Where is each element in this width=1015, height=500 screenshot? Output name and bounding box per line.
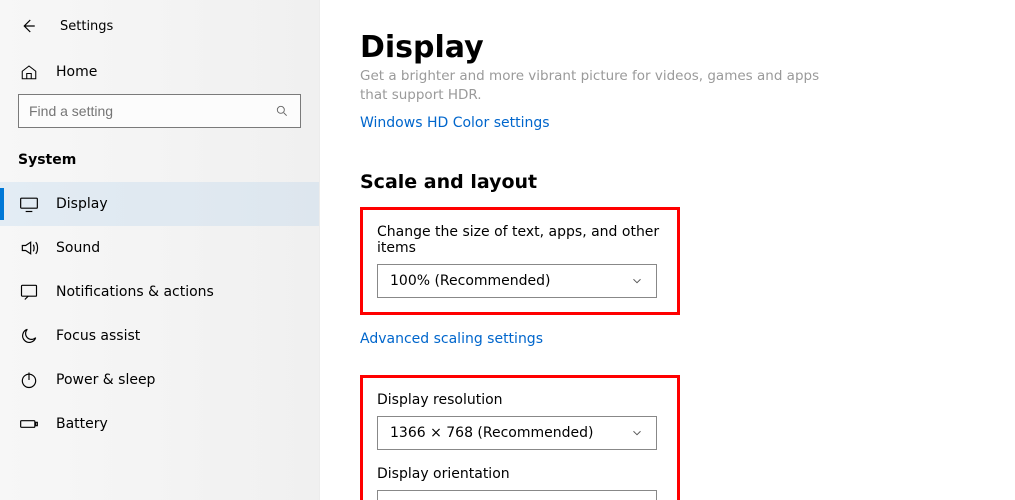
resolution-highlight-box: Display resolution 1366 × 768 (Recommend…: [360, 375, 680, 500]
power-icon: [18, 369, 40, 391]
hd-color-settings-link[interactable]: Windows HD Color settings: [360, 115, 550, 131]
titlebar-row: Settings: [0, 10, 319, 50]
sidebar: Settings Home System Display Sound: [0, 0, 320, 500]
settings-label: Settings: [60, 19, 113, 34]
scale-layout-heading: Scale and layout: [360, 171, 975, 193]
battery-icon: [18, 413, 40, 435]
home-label: Home: [56, 64, 97, 80]
page-title: Display: [360, 30, 975, 65]
chevron-down-icon: [630, 274, 644, 288]
speaker-icon: [18, 237, 40, 259]
monitor-icon: [18, 193, 40, 215]
sidebar-item-display[interactable]: Display: [0, 182, 319, 226]
sidebar-item-label: Display: [56, 196, 108, 212]
moon-icon: [18, 325, 40, 347]
sidebar-item-focus-assist[interactable]: Focus assist: [0, 314, 319, 358]
resolution-label: Display resolution: [377, 392, 663, 408]
chevron-down-icon: [630, 426, 644, 440]
advanced-scaling-link[interactable]: Advanced scaling settings: [360, 331, 543, 347]
orientation-select[interactable]: Landscape: [377, 490, 657, 500]
chat-icon: [18, 281, 40, 303]
scale-select[interactable]: 100% (Recommended): [377, 264, 657, 298]
scale-highlight-box: Change the size of text, apps, and other…: [360, 207, 680, 315]
hdr-subtext: Get a brighter and more vibrant picture …: [360, 67, 820, 105]
search-box[interactable]: [18, 94, 301, 128]
search-icon: [274, 103, 290, 119]
home-nav[interactable]: Home: [0, 50, 319, 94]
sidebar-section-label: System: [0, 142, 319, 178]
sidebar-item-label: Power & sleep: [56, 372, 155, 388]
main-content: Display Get a brighter and more vibrant …: [320, 0, 1015, 500]
search-input[interactable]: [29, 103, 274, 119]
resolution-select-value: 1366 × 768 (Recommended): [390, 425, 593, 441]
sidebar-item-sound[interactable]: Sound: [0, 226, 319, 270]
sidebar-nav-list: Display Sound Notifications & actions Fo…: [0, 182, 319, 446]
orientation-label: Display orientation: [377, 466, 663, 482]
sidebar-item-power-sleep[interactable]: Power & sleep: [0, 358, 319, 402]
sidebar-item-label: Focus assist: [56, 328, 140, 344]
sidebar-item-label: Battery: [56, 416, 108, 432]
sidebar-item-battery[interactable]: Battery: [0, 402, 319, 446]
resolution-select[interactable]: 1366 × 768 (Recommended): [377, 416, 657, 450]
scale-label: Change the size of text, apps, and other…: [377, 224, 663, 256]
search-wrap: [0, 94, 319, 142]
back-arrow-icon[interactable]: [18, 16, 38, 36]
sidebar-item-label: Sound: [56, 240, 100, 256]
sidebar-item-notifications[interactable]: Notifications & actions: [0, 270, 319, 314]
scale-select-value: 100% (Recommended): [390, 273, 551, 289]
home-icon: [18, 61, 40, 83]
sidebar-item-label: Notifications & actions: [56, 284, 214, 300]
